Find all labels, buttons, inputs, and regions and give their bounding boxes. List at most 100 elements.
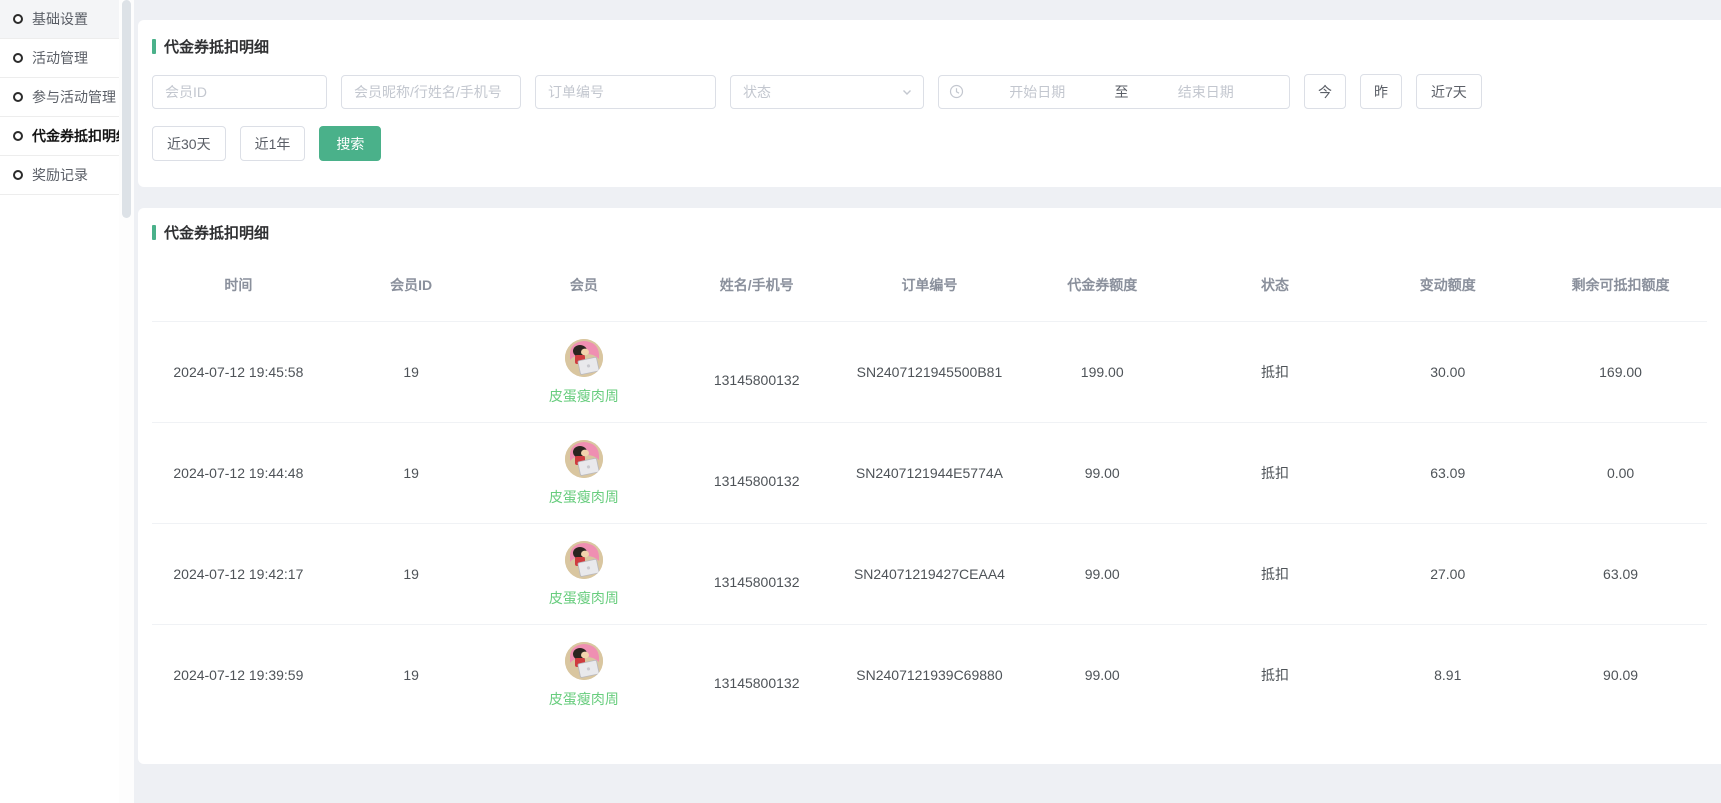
filter-section-title: 代金券抵扣明细 xyxy=(152,36,1707,57)
cell-member: 皮蛋瘦肉周 xyxy=(498,524,671,625)
member-nickname: 皮蛋瘦肉周 xyxy=(549,487,619,507)
member-avatar xyxy=(565,339,603,377)
cell-phone: 13145800132 xyxy=(670,423,843,524)
sidebar-item-reward-records[interactable]: 奖励记录 xyxy=(0,156,119,195)
member-avatar xyxy=(565,440,603,478)
cell-remaining: 63.09 xyxy=(1534,524,1707,625)
cell-change-amount: 27.00 xyxy=(1361,524,1534,625)
scrollbar-thumb[interactable] xyxy=(122,0,131,218)
member-nickname: 皮蛋瘦肉周 xyxy=(549,386,619,406)
cell-time: 2024-07-12 19:44:48 xyxy=(152,423,325,524)
column-header: 代金券额度 xyxy=(1016,251,1189,322)
cell-status: 抵扣 xyxy=(1189,322,1362,423)
table-row: 2024-07-12 19:39:59 19 xyxy=(152,625,1707,726)
cell-member-id: 19 xyxy=(325,625,498,726)
circle-icon xyxy=(13,170,23,180)
member-nickname: 皮蛋瘦肉周 xyxy=(549,689,619,709)
end-date-input[interactable] xyxy=(1133,84,1280,100)
sidebar-item-participation-management[interactable]: 参与活动管理 xyxy=(0,78,119,117)
column-header: 变动额度 xyxy=(1361,251,1534,322)
last30days-button[interactable]: 近30天 xyxy=(152,126,226,161)
section-title-text: 代金券抵扣明细 xyxy=(164,36,269,57)
column-header: 状态 xyxy=(1189,251,1362,322)
cell-phone: 13145800132 xyxy=(670,524,843,625)
cell-time: 2024-07-12 19:45:58 xyxy=(152,322,325,423)
cell-status: 抵扣 xyxy=(1189,524,1362,625)
table-section-title: 代金券抵扣明细 xyxy=(152,222,1707,243)
chevron-down-icon xyxy=(901,86,913,98)
cell-remaining: 0.00 xyxy=(1534,423,1707,524)
column-header: 姓名/手机号 xyxy=(670,251,843,322)
scrollbar-track xyxy=(119,0,134,803)
sidebar: 基础设置 活动管理 参与活动管理 代金券抵扣明细 奖励记录 xyxy=(0,0,119,803)
cell-member: 皮蛋瘦肉周 xyxy=(498,423,671,524)
lastyear-button[interactable]: 近1年 xyxy=(240,126,306,161)
table-row: 2024-07-12 19:42:17 19 xyxy=(152,524,1707,625)
date-range-picker[interactable]: 至 xyxy=(938,75,1290,109)
clock-icon xyxy=(949,84,964,99)
column-header: 会员ID xyxy=(325,251,498,322)
table-body: 2024-07-12 19:45:58 19 xyxy=(152,322,1707,726)
deduction-table: 时间会员ID会员姓名/手机号订单编号代金券额度状态变动额度剩余可抵扣额度 202… xyxy=(152,251,1707,726)
circle-icon xyxy=(13,131,23,141)
member-id-input[interactable] xyxy=(152,75,327,109)
circle-icon xyxy=(13,53,23,63)
order-no-input[interactable] xyxy=(535,75,716,109)
sidebar-item-label: 代金券抵扣明细 xyxy=(32,126,130,146)
cell-member-id: 19 xyxy=(325,423,498,524)
start-date-input[interactable] xyxy=(964,84,1111,100)
column-header: 剩余可抵扣额度 xyxy=(1534,251,1707,322)
today-button[interactable]: 今 xyxy=(1304,74,1346,109)
nickname-input[interactable] xyxy=(341,75,521,109)
member-avatar xyxy=(565,541,603,579)
section-accent-bar xyxy=(152,39,156,54)
sidebar-item-voucher-deduction-detail[interactable]: 代金券抵扣明细 xyxy=(0,117,119,156)
column-header: 订单编号 xyxy=(843,251,1016,322)
cell-coupon-amount: 99.00 xyxy=(1016,423,1189,524)
cell-order-no: SN2407121945500B81 xyxy=(843,322,1016,423)
cell-order-no: SN2407121944E5774A xyxy=(843,423,1016,524)
column-header: 时间 xyxy=(152,251,325,322)
date-separator: 至 xyxy=(1111,82,1133,102)
section-accent-bar xyxy=(152,225,156,240)
cell-coupon-amount: 99.00 xyxy=(1016,625,1189,726)
cell-order-no: SN24071219427CEAA4 xyxy=(843,524,1016,625)
cell-change-amount: 30.00 xyxy=(1361,322,1534,423)
section-title-text: 代金券抵扣明细 xyxy=(164,222,269,243)
sidebar-item-label: 奖励记录 xyxy=(32,165,88,185)
table-row: 2024-07-12 19:44:48 19 xyxy=(152,423,1707,524)
table-row: 2024-07-12 19:45:58 19 xyxy=(152,322,1707,423)
circle-icon xyxy=(13,92,23,102)
cell-remaining: 169.00 xyxy=(1534,322,1707,423)
cell-phone: 13145800132 xyxy=(670,625,843,726)
cell-phone: 13145800132 xyxy=(670,322,843,423)
cell-change-amount: 8.91 xyxy=(1361,625,1534,726)
member-nickname: 皮蛋瘦肉周 xyxy=(549,588,619,608)
main-content: 代金券抵扣明细 状态 至 今 昨 近7 xyxy=(134,0,1721,803)
table-panel: 代金券抵扣明细 时间会员ID会员姓名/手机号订单编号代金券额度状态变动额度剩余可… xyxy=(138,208,1721,764)
cell-time: 2024-07-12 19:42:17 xyxy=(152,524,325,625)
cell-member: 皮蛋瘦肉周 xyxy=(498,625,671,726)
last7days-button[interactable]: 近7天 xyxy=(1416,74,1482,109)
sidebar-item-label: 基础设置 xyxy=(32,9,88,29)
cell-coupon-amount: 99.00 xyxy=(1016,524,1189,625)
sidebar-item-activity-management[interactable]: 活动管理 xyxy=(0,39,119,78)
status-select[interactable]: 状态 xyxy=(730,75,924,109)
sidebar-item-label: 活动管理 xyxy=(32,48,88,68)
cell-status: 抵扣 xyxy=(1189,423,1362,524)
cell-member-id: 19 xyxy=(325,322,498,423)
circle-icon xyxy=(13,14,23,24)
table-header-row: 时间会员ID会员姓名/手机号订单编号代金券额度状态变动额度剩余可抵扣额度 xyxy=(152,251,1707,322)
sidebar-item-label: 参与活动管理 xyxy=(32,87,116,107)
sidebar-item-basic-settings[interactable]: 基础设置 xyxy=(0,0,119,39)
status-select-placeholder: 状态 xyxy=(743,82,901,102)
filter-panel: 代金券抵扣明细 状态 至 今 昨 近7 xyxy=(138,20,1721,187)
filter-row-1: 状态 至 今 昨 近7天 xyxy=(152,74,1707,109)
cell-member: 皮蛋瘦肉周 xyxy=(498,322,671,423)
member-avatar xyxy=(565,642,603,680)
search-button[interactable]: 搜索 xyxy=(319,126,381,161)
cell-status: 抵扣 xyxy=(1189,625,1362,726)
yesterday-button[interactable]: 昨 xyxy=(1360,74,1402,109)
cell-order-no: SN2407121939C69880 xyxy=(843,625,1016,726)
cell-member-id: 19 xyxy=(325,524,498,625)
